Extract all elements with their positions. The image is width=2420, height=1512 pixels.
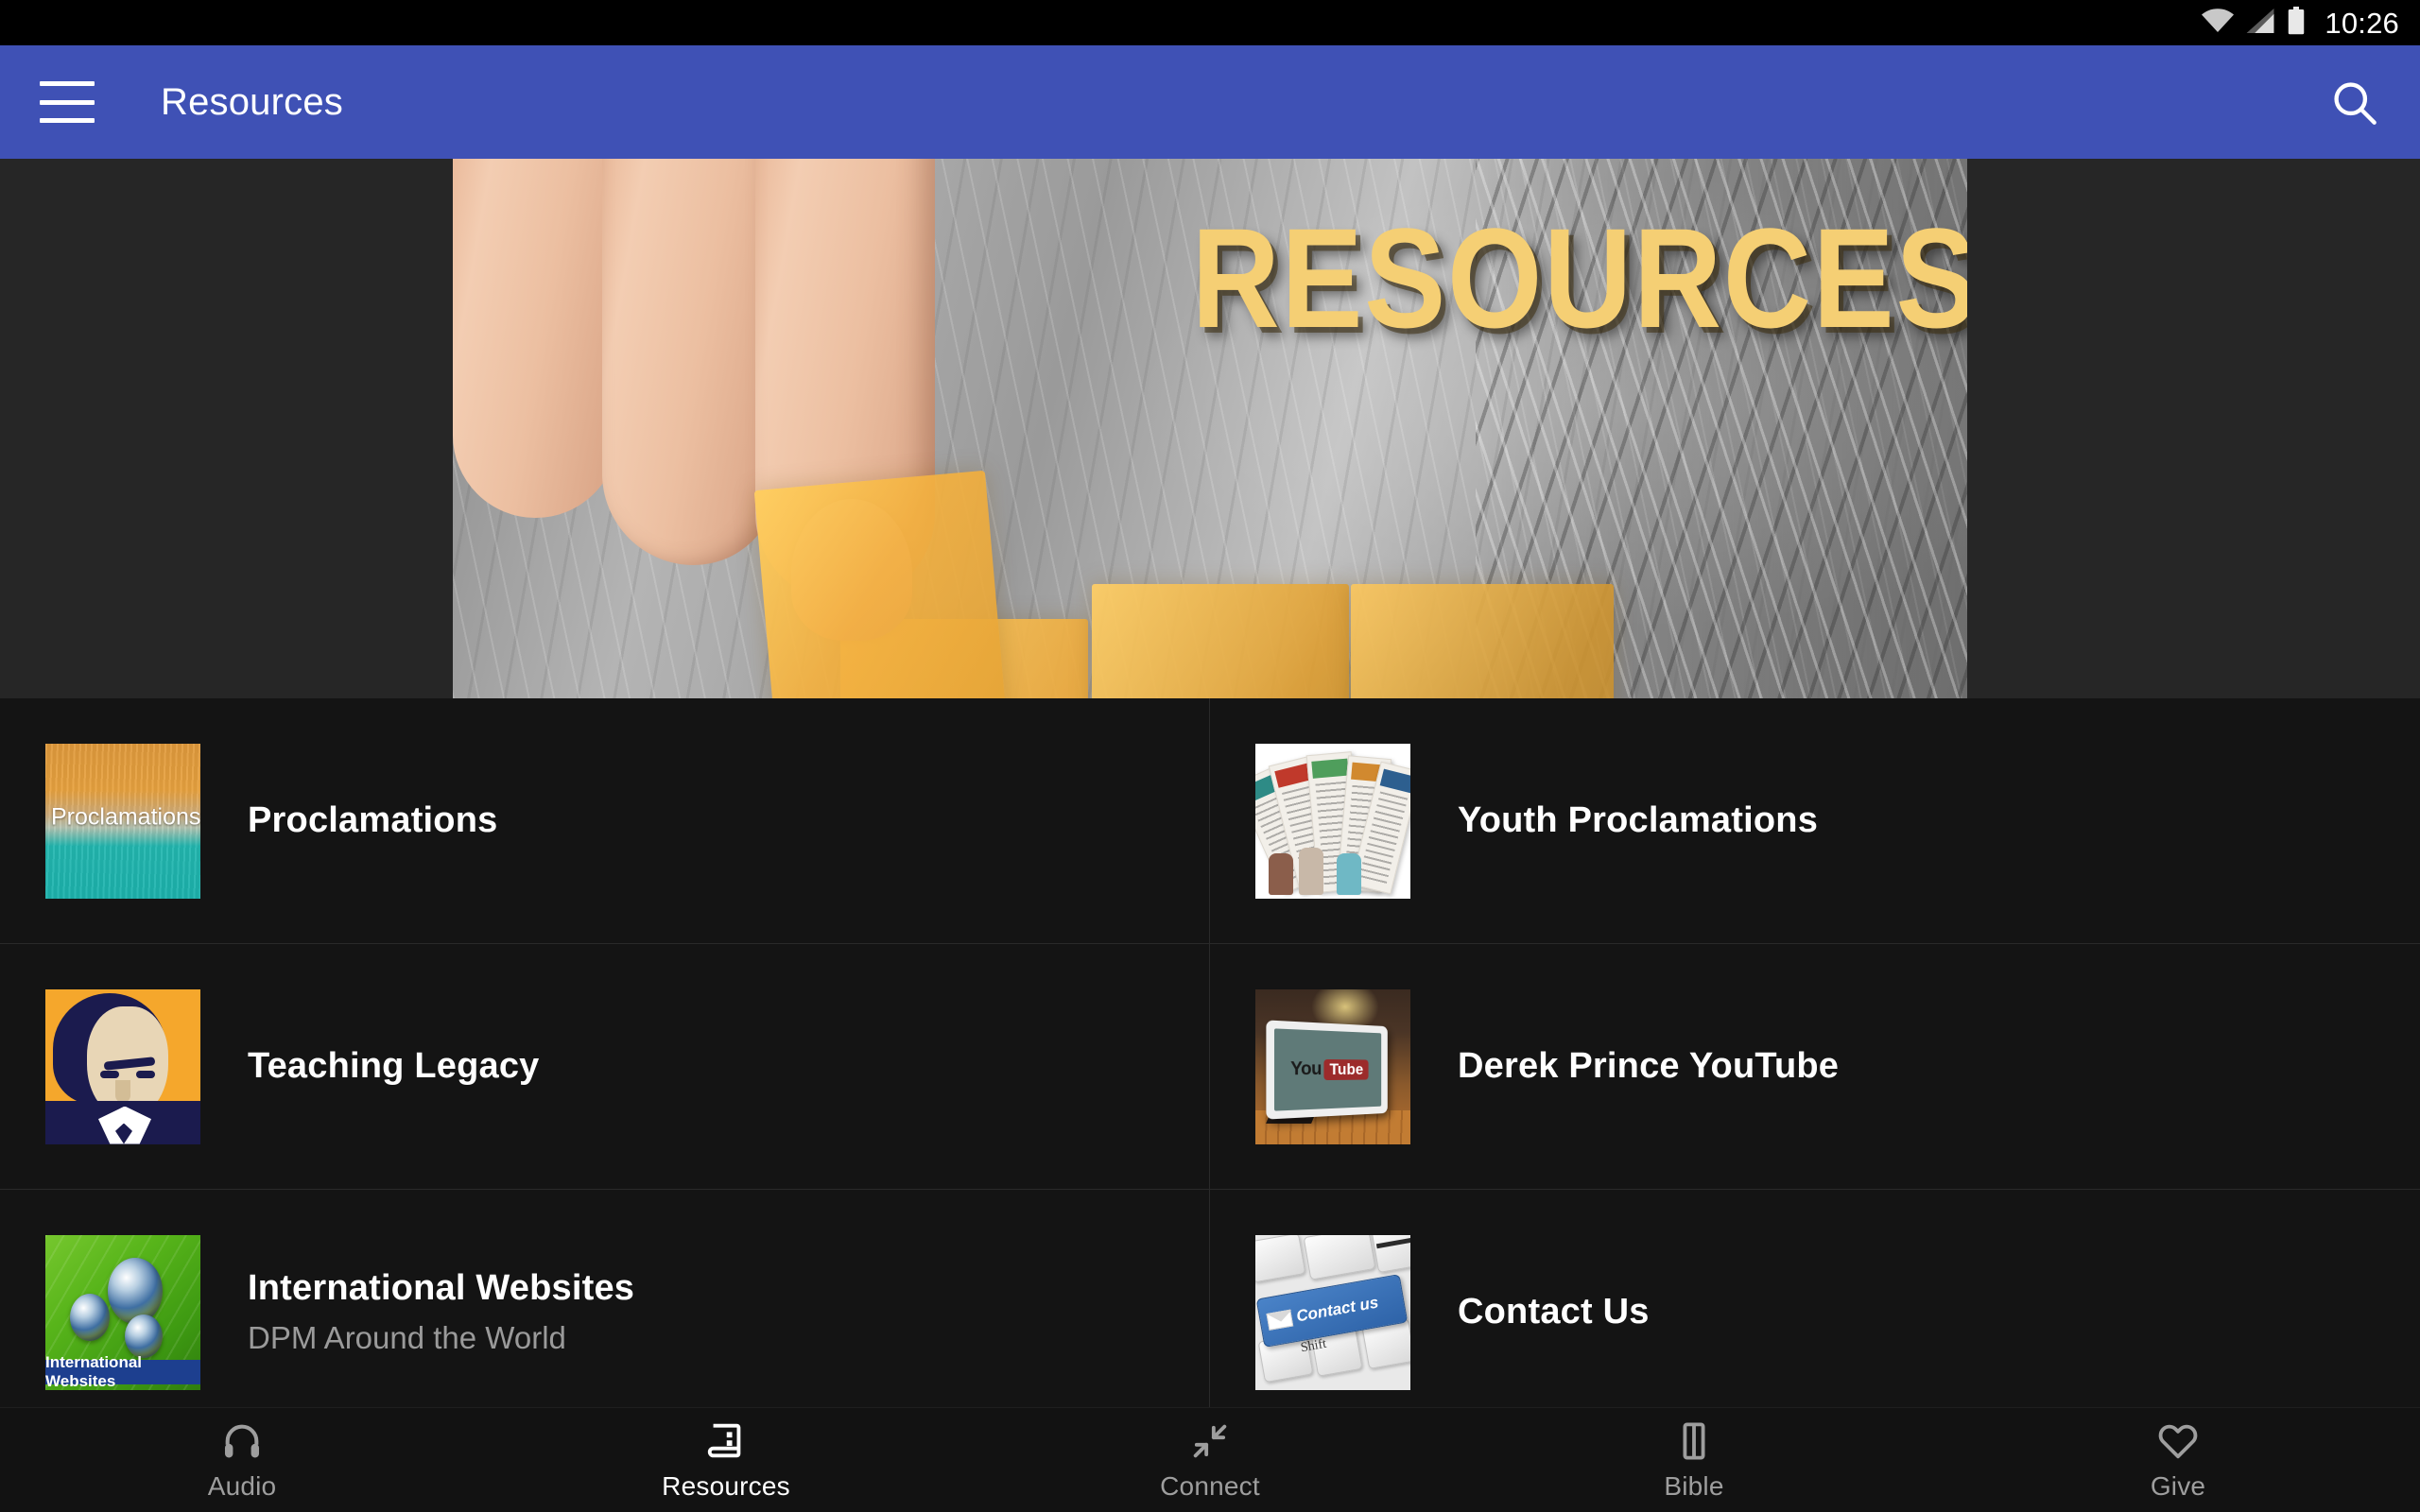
book-icon <box>704 1419 748 1463</box>
leaflet-band <box>1311 758 1349 779</box>
nav-item-resources[interactable]: Resources <box>484 1408 968 1512</box>
app-bar: Resources <box>0 45 2420 159</box>
kid <box>1299 847 1323 895</box>
grid-item-title: Contact Us <box>1458 1292 1650 1332</box>
thumbnail-caption: Proclamations <box>51 803 200 831</box>
tablet: You Tube <box>1266 1019 1388 1120</box>
banner-held-panel <box>753 470 1008 698</box>
grid-item-title: Teaching Legacy <box>248 1046 540 1086</box>
grid-item-title: Youth Proclamations <box>1458 800 1819 840</box>
keyboard-key <box>1255 1234 1306 1283</box>
contact-us-thumbnail: Shift Contact us <box>1255 1234 1410 1390</box>
headphones-icon <box>220 1419 264 1463</box>
nav-item-label: Give <box>2150 1470 2206 1501</box>
teaching-legacy-thumbnail <box>45 988 200 1144</box>
globe-droplet <box>125 1314 163 1358</box>
nav-item-audio[interactable]: Audio <box>0 1408 484 1512</box>
banner-panel <box>1092 584 1349 698</box>
status-bar: 10:26 <box>0 0 2420 45</box>
cellular-signal-icon <box>2246 8 2274 38</box>
banner-panel <box>1351 584 1614 698</box>
leaflet-kids <box>1265 847 1378 895</box>
globe-droplet <box>108 1257 163 1324</box>
grid-item-title: International Websites <box>248 1268 635 1308</box>
finger <box>602 159 777 565</box>
keyboard-key <box>1303 1234 1376 1280</box>
globe-droplet <box>70 1293 110 1341</box>
nav-item-label: Bible <box>1664 1470 1724 1501</box>
page-title: Resources <box>161 80 343 123</box>
finger <box>453 159 618 518</box>
portrait-eye <box>136 1070 155 1078</box>
converging-arrows-icon <box>1188 1419 1232 1463</box>
grid-item-international-websites[interactable]: International Websites International Web… <box>0 1190 1210 1435</box>
menu-line <box>40 118 95 123</box>
grid-item-text: Proclamations <box>248 800 497 841</box>
contact-us-key-label: Contact us <box>1294 1292 1380 1325</box>
wifi-icon <box>2202 8 2235 38</box>
kid <box>1269 852 1293 895</box>
grid-item-text: Derek Prince YouTube <box>1458 1046 1839 1087</box>
menu-line <box>40 81 95 86</box>
hamburger-menu-icon[interactable] <box>40 81 96 123</box>
grid-item-title: Derek Prince YouTube <box>1458 1046 1840 1086</box>
bible-book-icon <box>1672 1419 1716 1463</box>
bottom-navigation-bar: Audio Resources Connect Bible Give <box>0 1407 2420 1512</box>
proclamations-thumbnail: Proclamations <box>45 743 200 899</box>
grid-item-subtitle: DPM Around the World <box>248 1320 566 1355</box>
menu-line <box>40 99 95 105</box>
kid <box>1337 852 1361 895</box>
grid-item-teaching-legacy[interactable]: Teaching Legacy <box>0 944 1210 1190</box>
status-bar-clock: 10:26 <box>2325 6 2399 40</box>
grid-item-title: Proclamations <box>248 800 498 840</box>
battery-icon <box>2287 6 2306 40</box>
banner-headline: RESOURCES <box>1191 198 1967 357</box>
youtube-logo-icon: You Tube <box>1290 1057 1369 1080</box>
banner-container: RESOURCES <box>0 159 2420 698</box>
grid-item-text: Contact Us <box>1458 1292 1650 1332</box>
thumbnail-caption: International Websites <box>45 1353 200 1390</box>
grid-item-derek-prince-youtube[interactable]: You Tube Derek Prince YouTube <box>1210 944 2420 1190</box>
resources-grid: Proclamations Proclamations Youth Procla… <box>0 698 2420 1435</box>
nav-item-give[interactable]: Give <box>1936 1408 2420 1512</box>
grid-item-contact-us[interactable]: Shift Contact us Contact Us <box>1210 1190 2420 1435</box>
grid-item-text: International Websites DPM Around the Wo… <box>248 1268 634 1356</box>
portrait-eye <box>100 1070 119 1078</box>
grid-item-text: Youth Proclamations <box>1458 800 1818 841</box>
youth-proclamations-thumbnail <box>1255 743 1410 899</box>
leaflet-band <box>1379 768 1410 793</box>
international-websites-thumbnail: International Websites <box>45 1234 200 1390</box>
search-icon[interactable] <box>2327 76 2380 129</box>
nav-item-label: Connect <box>1160 1470 1260 1501</box>
youtube-tube-text: Tube <box>1323 1058 1369 1080</box>
envelope-icon <box>1266 1309 1294 1331</box>
nav-item-label: Audio <box>207 1470 277 1501</box>
grid-item-text: Teaching Legacy <box>248 1046 540 1087</box>
heart-icon <box>2156 1419 2200 1463</box>
youtube-you-text: You <box>1290 1057 1322 1079</box>
nav-item-label: Resources <box>662 1470 790 1501</box>
resources-banner-image[interactable]: RESOURCES <box>453 159 1967 698</box>
tablet-screen: You Tube <box>1273 1027 1382 1111</box>
portrait-nose <box>115 1079 130 1103</box>
status-icons <box>2202 6 2306 40</box>
derek-prince-youtube-thumbnail: You Tube <box>1255 988 1410 1144</box>
leaflet-band <box>1274 763 1312 788</box>
grid-item-youth-proclamations[interactable]: Youth Proclamations <box>1210 698 2420 944</box>
nav-item-connect[interactable]: Connect <box>968 1408 1452 1512</box>
nav-item-bible[interactable]: Bible <box>1452 1408 1936 1512</box>
grid-item-proclamations[interactable]: Proclamations Proclamations <box>0 698 1210 944</box>
